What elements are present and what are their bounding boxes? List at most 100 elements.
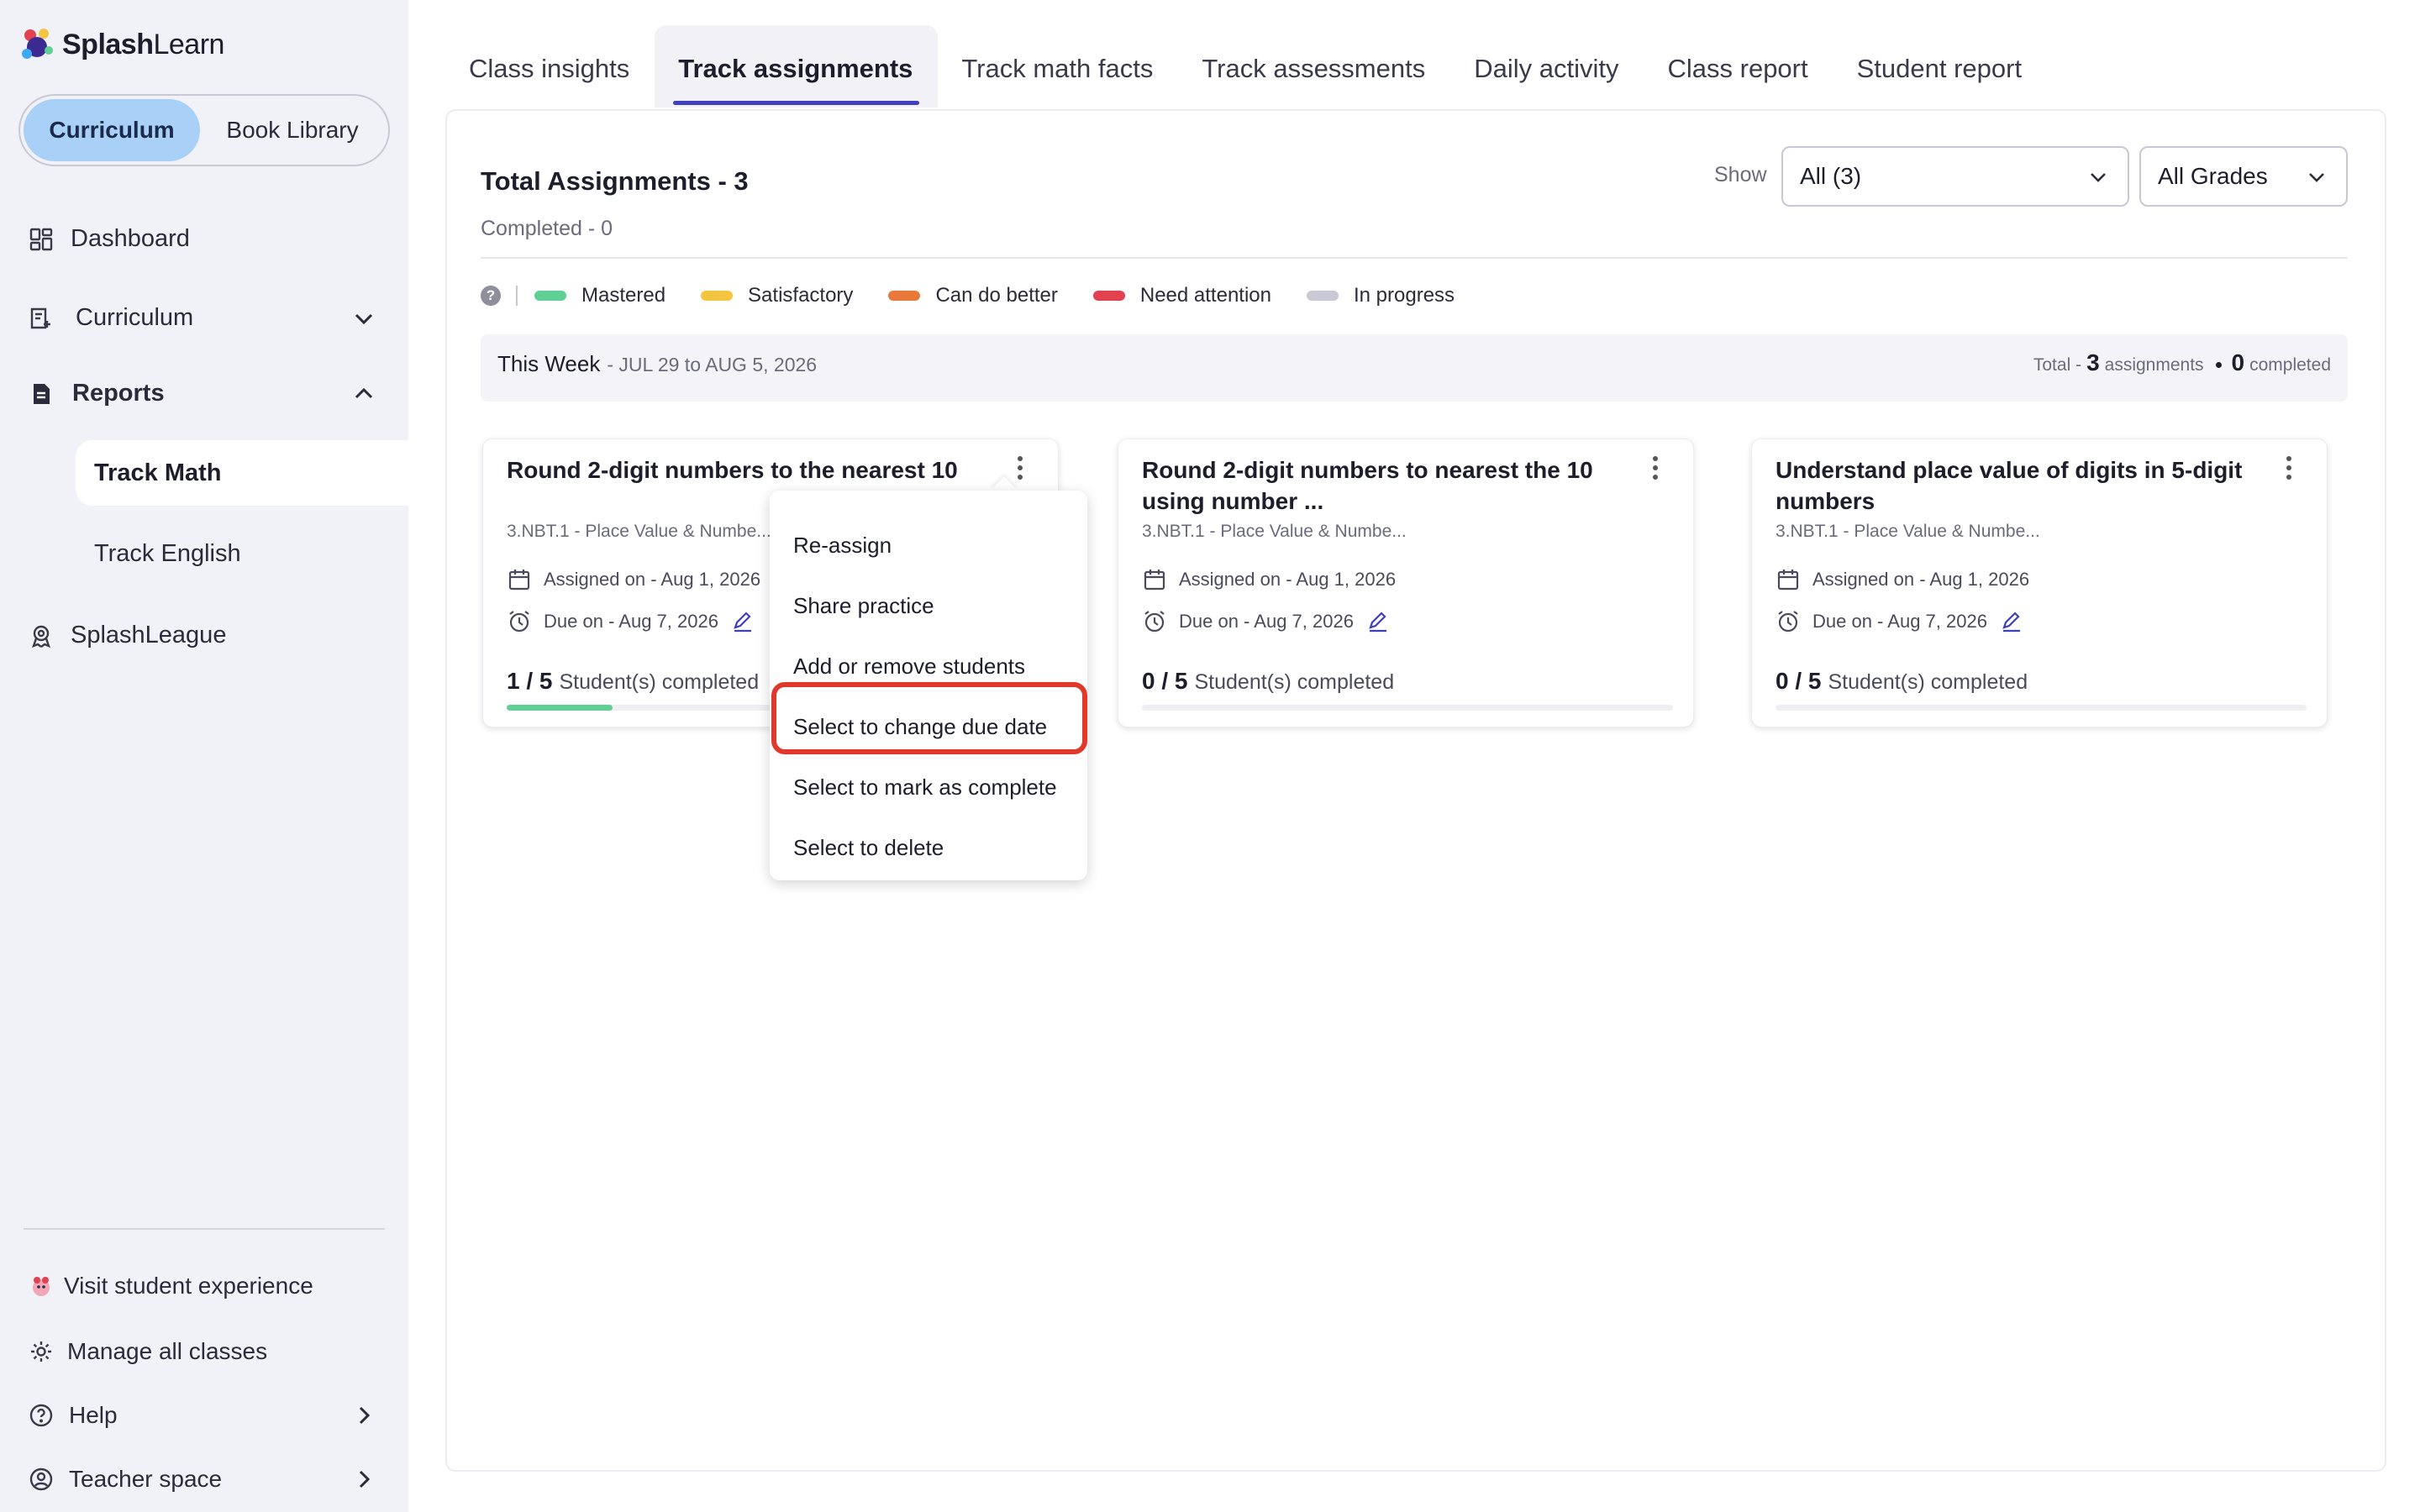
assigned-date: Assigned on - Aug 1, 2026: [507, 567, 760, 592]
week-header: This Week - JUL 29 to AUG 5, 2026 Total -…: [481, 334, 2348, 402]
assignment-filter-select[interactable]: All (3): [1781, 146, 2129, 207]
sidebar-item-label: SplashLeague: [71, 621, 227, 648]
sidebar-item-curriculum[interactable]: Curriculum: [0, 284, 408, 351]
sidebar-item-dashboard[interactable]: Dashboard: [0, 205, 408, 272]
chevron-up-icon[interactable]: [351, 381, 376, 407]
legend-need-attention: Need attention: [1092, 284, 1271, 307]
due-date: Due on - Aug 7, 2026: [507, 609, 754, 634]
week-summary: Total -3 assignments 0 completed: [2033, 349, 2331, 375]
progress-bar: [1776, 705, 2307, 711]
help-icon: [29, 1404, 53, 1427]
gear-icon: [31, 1341, 51, 1362]
due-date: Due on - Aug 7, 2026: [1142, 609, 1389, 634]
tab-daily-activity[interactable]: Daily activity: [1450, 25, 1644, 108]
highlight-box: [771, 682, 1087, 754]
edit-pencil-icon[interactable]: [2001, 611, 2023, 633]
teacher-icon: [29, 1467, 53, 1491]
legend-help-icon[interactable]: ?: [481, 286, 501, 306]
students-completed: 0 / 5 Student(s) completed: [1776, 668, 2028, 694]
menu-item-delete[interactable]: Select to delete: [793, 835, 944, 861]
chevron-down-icon: [2091, 173, 2106, 182]
toggle-curriculum[interactable]: Curriculum: [24, 99, 201, 161]
sidebar-item-label: Reports: [72, 379, 165, 407]
assignment-card[interactable]: Round 2-digit numbers to nearest the 10 …: [1118, 438, 1694, 727]
students-completed: 1 / 5 Student(s) completed: [507, 668, 760, 694]
assignments-panel: [445, 109, 2386, 1472]
week-range: - JUL 29 to AUG 5, 2026: [607, 354, 818, 375]
tab-student-report[interactable]: Student report: [1833, 25, 2047, 108]
footer-item-label: Help: [69, 1402, 118, 1428]
student-experience-icon: [33, 1277, 50, 1296]
students-completed: 0 / 5 Student(s) completed: [1142, 668, 1395, 694]
legend-satisfactory: Satisfactory: [701, 284, 853, 307]
edit-pencil-icon[interactable]: [732, 611, 754, 633]
sidebar-subitem-track-math[interactable]: Track Math: [76, 440, 408, 506]
footer-item-label: Manage all classes: [67, 1338, 268, 1364]
sidebar-item-label: Dashboard: [71, 224, 190, 252]
menu-item-share-practice[interactable]: Share practice: [793, 593, 934, 619]
assignment-title: Round 2-digit numbers to nearest the 10 …: [1142, 457, 1593, 514]
alarm-clock-icon: [509, 611, 529, 633]
splashlearn-logo-icon: [22, 29, 53, 59]
progress-bar: [1142, 705, 1673, 711]
legend-separator: [516, 286, 518, 306]
sidebar-teacher-space[interactable]: Teacher space: [0, 1450, 408, 1509]
splashlearn-logo[interactable]: SplashLearn: [18, 25, 224, 64]
chevron-down-icon: [2309, 173, 2324, 182]
assigned-date: Assigned on - Aug 1, 2026: [1142, 567, 1396, 592]
assignment-title: Round 2-digit numbers to the nearest 10: [507, 457, 958, 483]
menu-item-mark-complete[interactable]: Select to mark as complete: [793, 774, 1057, 801]
sidebar-subitem-track-english[interactable]: Track English: [76, 521, 408, 586]
toggle-book-library[interactable]: Book Library: [200, 99, 385, 161]
tab-track-math-facts[interactable]: Track math facts: [938, 25, 1178, 108]
chevron-right-icon: [359, 1406, 371, 1425]
total-assignments-title: Total Assignments - 3: [481, 166, 749, 196]
due-date: Due on - Aug 7, 2026: [1776, 609, 2023, 634]
edit-pencil-icon[interactable]: [1367, 611, 1389, 633]
sidebar-help[interactable]: Help: [0, 1386, 408, 1445]
calendar-icon: [508, 570, 530, 591]
tab-class-report[interactable]: Class report: [1644, 25, 1833, 108]
sidebar-visit-student-experience[interactable]: Visit student experience: [0, 1257, 408, 1315]
assignment-title: Understand place value of digits in 5-di…: [1776, 457, 2243, 514]
dashboard-icon: [29, 228, 53, 251]
footer-item-label: Visit student experience: [64, 1273, 313, 1299]
more-options-icon[interactable]: [2285, 456, 2293, 481]
footer-item-label: Teacher space: [69, 1466, 223, 1492]
chevron-right-icon: [359, 1470, 371, 1488]
assignment-standard: 3.NBT.1 - Place Value & Numbe...: [1776, 522, 2040, 541]
grade-filter-select[interactable]: All Grades: [2139, 146, 2348, 207]
alarm-clock-icon: [1778, 611, 1798, 633]
alarm-clock-icon: [1144, 611, 1165, 633]
calendar-icon: [1144, 570, 1165, 591]
tab-class-insights[interactable]: Class insights: [445, 25, 655, 108]
more-options-icon[interactable]: [1016, 456, 1024, 481]
show-label: Show: [1714, 163, 1767, 186]
sidebar-item-splashleague[interactable]: SplashLeague: [0, 601, 408, 669]
chevron-down-icon[interactable]: [351, 306, 376, 331]
header-divider: [481, 257, 2348, 259]
assignment-filter-value: All (3): [1800, 163, 1862, 189]
tab-track-assignments[interactable]: Track assignments: [655, 25, 939, 108]
curriculum-icon: [30, 307, 50, 329]
more-options-icon[interactable]: [1651, 456, 1660, 481]
grade-filter-value: All Grades: [2158, 163, 2268, 189]
legend-in-progress: In progress: [1307, 284, 1455, 307]
sidebar: SplashLearn Curriculum Book Library Dash…: [0, 0, 408, 1512]
league-badge-icon: [32, 625, 50, 648]
menu-item-reassign[interactable]: Re-assign: [793, 533, 892, 559]
sidebar-divider: [24, 1228, 385, 1230]
progress-fill: [507, 705, 613, 711]
tab-track-assessments[interactable]: Track assessments: [1178, 25, 1450, 108]
completed-count: Completed - 0: [481, 217, 613, 240]
assignment-standard: 3.NBT.1 - Place Value & Numbe...: [507, 522, 771, 541]
assignment-standard: 3.NBT.1 - Place Value & Numbe...: [1142, 522, 1407, 541]
assignment-card[interactable]: Understand place value of digits in 5-di…: [1751, 438, 2328, 727]
performance-legend: ? Mastered Satisfactory Can do better Ne…: [481, 282, 1490, 309]
legend-can-do-better: Can do better: [888, 284, 1058, 307]
sidebar-manage-classes[interactable]: Manage all classes: [0, 1322, 408, 1381]
menu-item-add-remove-students[interactable]: Add or remove students: [793, 654, 1025, 680]
legend-mastered: Mastered: [534, 284, 666, 307]
sidebar-item-reports[interactable]: Reports: [0, 360, 408, 427]
curriculum-library-toggle: Curriculum Book Library: [18, 94, 390, 166]
